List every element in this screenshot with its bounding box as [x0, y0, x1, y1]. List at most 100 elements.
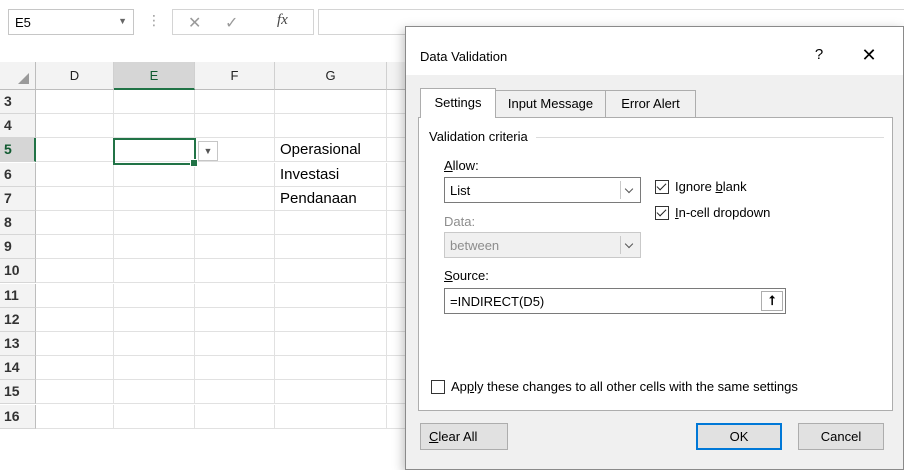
row-header-7[interactable]: 7 — [0, 187, 36, 211]
cell-g9[interactable] — [275, 235, 387, 259]
cell-e13[interactable] — [114, 332, 195, 356]
allow-select[interactable]: List — [444, 177, 641, 203]
cell-d9[interactable] — [36, 235, 114, 259]
row-header-5[interactable]: 5 — [0, 138, 36, 162]
cell-g14[interactable] — [275, 356, 387, 380]
ok-button[interactable]: OK — [696, 423, 782, 450]
cell-f8[interactable] — [195, 211, 275, 235]
select-all-button[interactable] — [0, 62, 36, 90]
fill-handle[interactable] — [190, 159, 198, 167]
cancel-icon[interactable]: ✕ — [188, 13, 201, 33]
cell-e6[interactable] — [114, 163, 195, 187]
cell-f3[interactable] — [195, 90, 275, 114]
chevron-down-icon — [620, 236, 638, 254]
row-header-15[interactable]: 15 — [0, 380, 36, 404]
row-header-13[interactable]: 13 — [0, 332, 36, 356]
column-header-e[interactable]: E — [114, 62, 195, 90]
cell-g16[interactable] — [275, 405, 387, 429]
ignore-blank-checkbox[interactable] — [655, 180, 669, 194]
row-header-4[interactable]: 4 — [0, 114, 36, 138]
settings-panel: Validation criteria Allow: List Ignore b… — [418, 117, 893, 411]
cell-g12[interactable] — [275, 308, 387, 332]
row-header-8[interactable]: 8 — [0, 211, 36, 235]
cell-f13[interactable] — [195, 332, 275, 356]
cell-g5[interactable]: Operasional — [275, 138, 387, 162]
insert-function-icon[interactable]: fx — [277, 12, 288, 29]
row-header-11[interactable]: 11 — [0, 284, 36, 308]
cell-f9[interactable] — [195, 235, 275, 259]
row-header-16[interactable]: 16 — [0, 405, 36, 429]
cell-e11[interactable] — [114, 284, 195, 308]
name-box[interactable]: E5 ▼ — [8, 9, 134, 35]
cell-g7[interactable]: Pendanaan — [275, 187, 387, 211]
cell-d11[interactable] — [36, 284, 114, 308]
apply-all-checkbox[interactable] — [431, 380, 445, 394]
row-header-10[interactable]: 10 — [0, 259, 36, 283]
cell-e8[interactable] — [114, 211, 195, 235]
cell-d10[interactable] — [36, 259, 114, 283]
cell-g15[interactable] — [275, 380, 387, 404]
cell-f7[interactable] — [195, 187, 275, 211]
cell-f10[interactable] — [195, 259, 275, 283]
in-cell-dropdown-checkbox[interactable] — [655, 206, 669, 220]
cell-d5[interactable] — [36, 138, 114, 162]
cell-f14[interactable] — [195, 356, 275, 380]
cell-f6[interactable] — [195, 163, 275, 187]
cell-f11[interactable] — [195, 284, 275, 308]
cell-g13[interactable] — [275, 332, 387, 356]
cell-e15[interactable] — [114, 380, 195, 404]
row-header-3[interactable]: 3 — [0, 90, 36, 114]
cell-e14[interactable] — [114, 356, 195, 380]
cell-d14[interactable] — [36, 356, 114, 380]
cell-g3[interactable] — [275, 90, 387, 114]
row-header-12[interactable]: 12 — [0, 308, 36, 332]
help-icon[interactable]: ? — [807, 43, 831, 67]
column-header-f[interactable]: F — [195, 62, 275, 90]
cell-dropdown-button[interactable]: ▼ — [198, 141, 218, 161]
cell-e9[interactable] — [114, 235, 195, 259]
cell-e16[interactable] — [114, 405, 195, 429]
cell-g10[interactable] — [275, 259, 387, 283]
close-icon[interactable]: ✕ — [856, 43, 882, 67]
cell-e3[interactable] — [114, 90, 195, 114]
chevron-down-icon[interactable]: ▼ — [118, 16, 127, 26]
cell-d6[interactable] — [36, 163, 114, 187]
cell-e12[interactable] — [114, 308, 195, 332]
cell-g8[interactable] — [275, 211, 387, 235]
apply-all-label[interactable]: Apply these changes to all other cells w… — [451, 379, 798, 394]
cell-d13[interactable] — [36, 332, 114, 356]
clear-all-button[interactable]: Clear All — [420, 423, 508, 450]
collapse-dialog-icon[interactable]: ⭡ — [761, 291, 783, 311]
tab-settings[interactable]: Settings — [420, 88, 496, 118]
column-header-d[interactable]: D — [36, 62, 114, 90]
source-input[interactable]: =INDIRECT(D5) ⭡ — [444, 288, 786, 314]
row-header-14[interactable]: 14 — [0, 356, 36, 380]
cell-e10[interactable] — [114, 259, 195, 283]
in-cell-dropdown-label[interactable]: In-cell dropdown — [675, 205, 770, 220]
row-header-6[interactable]: 6 — [0, 163, 36, 187]
tab-input-message[interactable]: Input Message — [496, 90, 606, 117]
cell-f16[interactable] — [195, 405, 275, 429]
ignore-blank-label[interactable]: Ignore blank — [675, 179, 747, 194]
cancel-button[interactable]: Cancel — [798, 423, 884, 450]
cell-e7[interactable] — [114, 187, 195, 211]
cell-d7[interactable] — [36, 187, 114, 211]
cell-d12[interactable] — [36, 308, 114, 332]
active-cell-e5[interactable] — [113, 138, 198, 167]
enter-icon[interactable]: ✓ — [225, 13, 238, 33]
cell-d3[interactable] — [36, 90, 114, 114]
cell-f4[interactable] — [195, 114, 275, 138]
cell-d15[interactable] — [36, 380, 114, 404]
cell-d4[interactable] — [36, 114, 114, 138]
cell-f12[interactable] — [195, 308, 275, 332]
cell-f15[interactable] — [195, 380, 275, 404]
tab-error-alert[interactable]: Error Alert — [606, 90, 696, 117]
cell-g6[interactable]: Investasi — [275, 163, 387, 187]
cell-g4[interactable] — [275, 114, 387, 138]
column-header-g[interactable]: G — [275, 62, 387, 90]
row-header-9[interactable]: 9 — [0, 235, 36, 259]
cell-g11[interactable] — [275, 284, 387, 308]
cell-d8[interactable] — [36, 211, 114, 235]
cell-e4[interactable] — [114, 114, 195, 138]
cell-d16[interactable] — [36, 405, 114, 429]
